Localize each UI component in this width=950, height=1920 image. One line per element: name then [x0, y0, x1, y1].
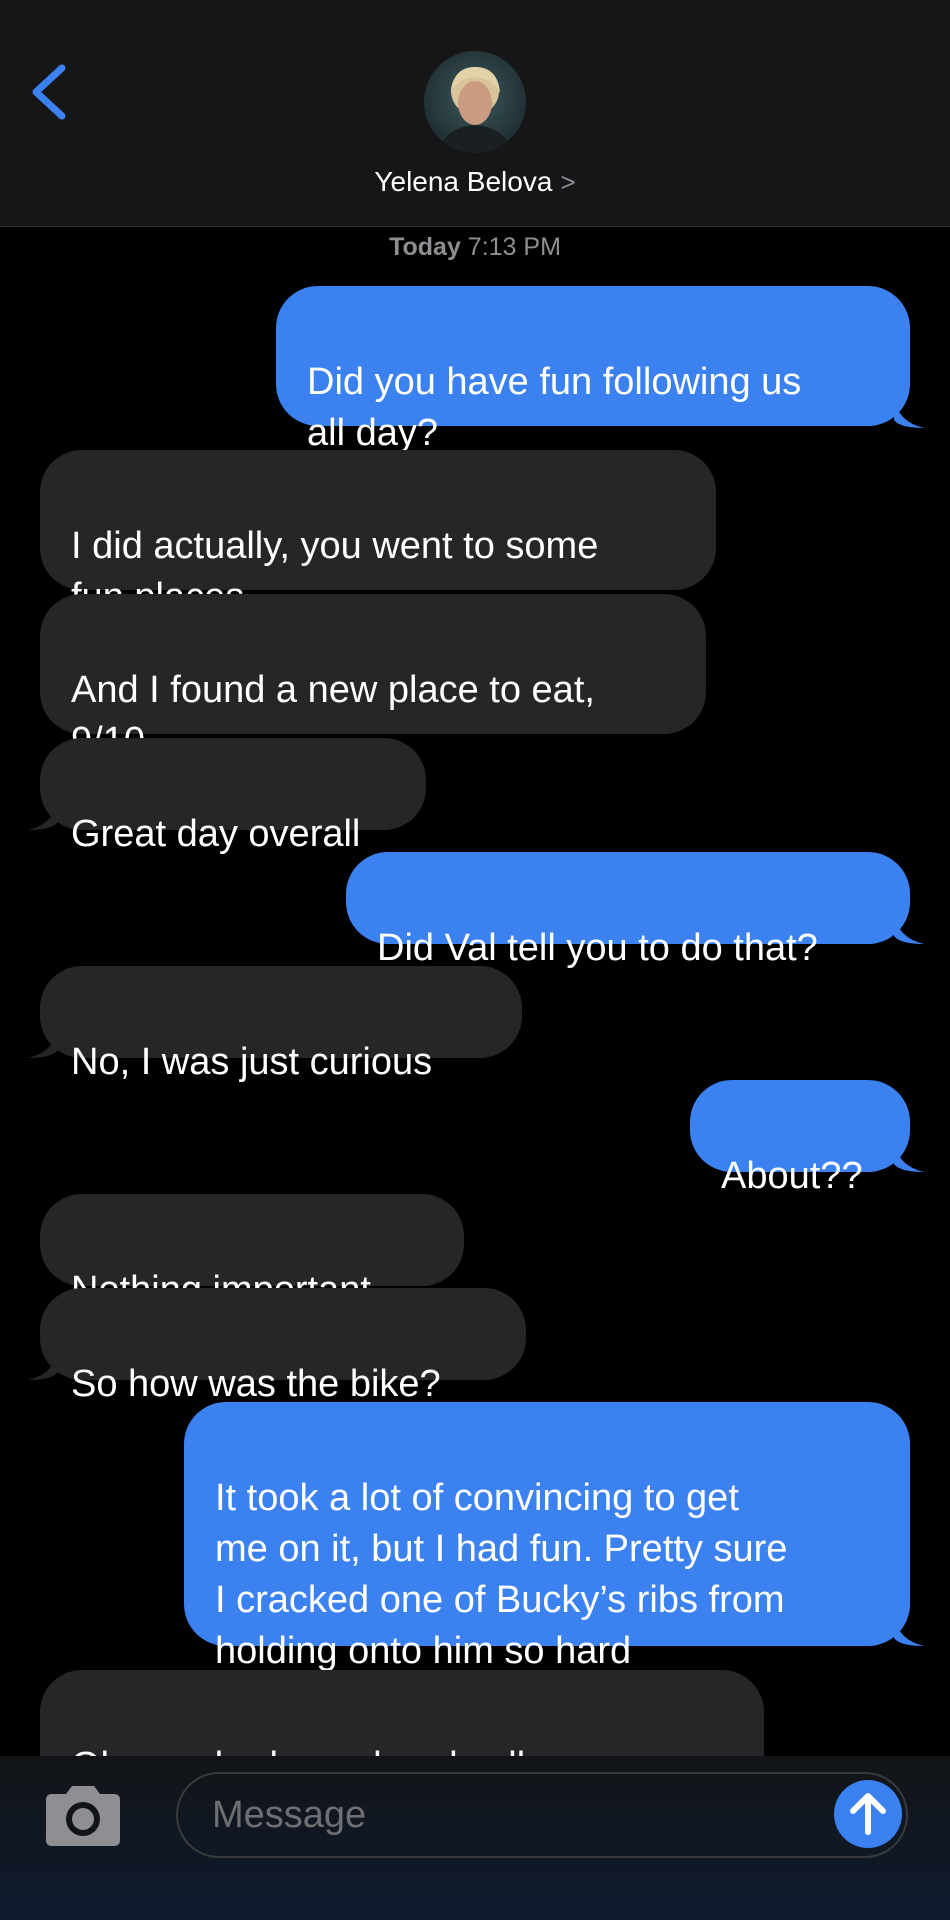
message-input-placeholder: Message	[212, 1794, 367, 1836]
message-text: No, I was just curious	[71, 1041, 433, 1083]
message-bubble-sent[interactable]: About??	[690, 1080, 910, 1197]
message-bubble-sent[interactable]: Did you have fun following us all day?	[276, 286, 910, 454]
message-bubble-received[interactable]: So how was the bike?	[40, 1288, 526, 1405]
message-input[interactable]: Message	[176, 1772, 908, 1858]
timestamp-time: 7:13 PM	[467, 233, 561, 261]
bubble-tail	[28, 1350, 58, 1380]
back-button[interactable]	[26, 60, 76, 124]
send-button[interactable]	[834, 1780, 902, 1848]
camera-button[interactable]	[40, 1782, 126, 1850]
message-timestamp: Today 7:13 PM	[0, 232, 950, 262]
message-text: Did you have fun following us all day?	[307, 361, 802, 454]
contact-name-button[interactable]: Yelena Belova >	[0, 164, 950, 200]
message-bubble-sent[interactable]: It took a lot of convincing to get me on…	[184, 1402, 910, 1672]
chevron-left-icon	[32, 64, 66, 120]
conversation-header: Yelena Belova >	[0, 0, 950, 227]
message-bubble-received[interactable]: Great day overall	[40, 738, 426, 855]
bubble-tail	[28, 1028, 58, 1058]
contact-name: Yelena Belova	[374, 166, 553, 197]
message-text: Did Val tell you to do that?	[377, 927, 818, 969]
contact-avatar[interactable]	[424, 51, 526, 153]
message-bubble-received[interactable]: Nothing important	[40, 1194, 464, 1311]
chevron-right-icon: >	[560, 167, 576, 197]
message-bubble-sent[interactable]: Did Val tell you to do that?	[346, 852, 910, 969]
bubble-tail	[894, 398, 924, 428]
arrow-up-icon	[850, 1793, 886, 1835]
bubble-tail	[894, 914, 924, 944]
message-text: About??	[721, 1155, 863, 1197]
message-bubble-received[interactable]: No, I was just curious	[40, 966, 522, 1083]
avatar-portrait	[424, 51, 526, 153]
message-text: So how was the bike?	[71, 1363, 441, 1405]
bubble-tail	[894, 1616, 924, 1646]
message-bubble-received[interactable]: I did actually, you went to some fun pla…	[40, 450, 716, 618]
bubble-tail	[28, 800, 58, 830]
message-bubble-received[interactable]: And I found a new place to eat, 9/10	[40, 594, 706, 762]
timestamp-day: Today	[389, 233, 461, 261]
message-text: It took a lot of convincing to get me on…	[215, 1477, 788, 1672]
camera-icon	[46, 1786, 120, 1846]
message-text: Great day overall	[71, 813, 361, 855]
bubble-tail	[894, 1142, 924, 1172]
